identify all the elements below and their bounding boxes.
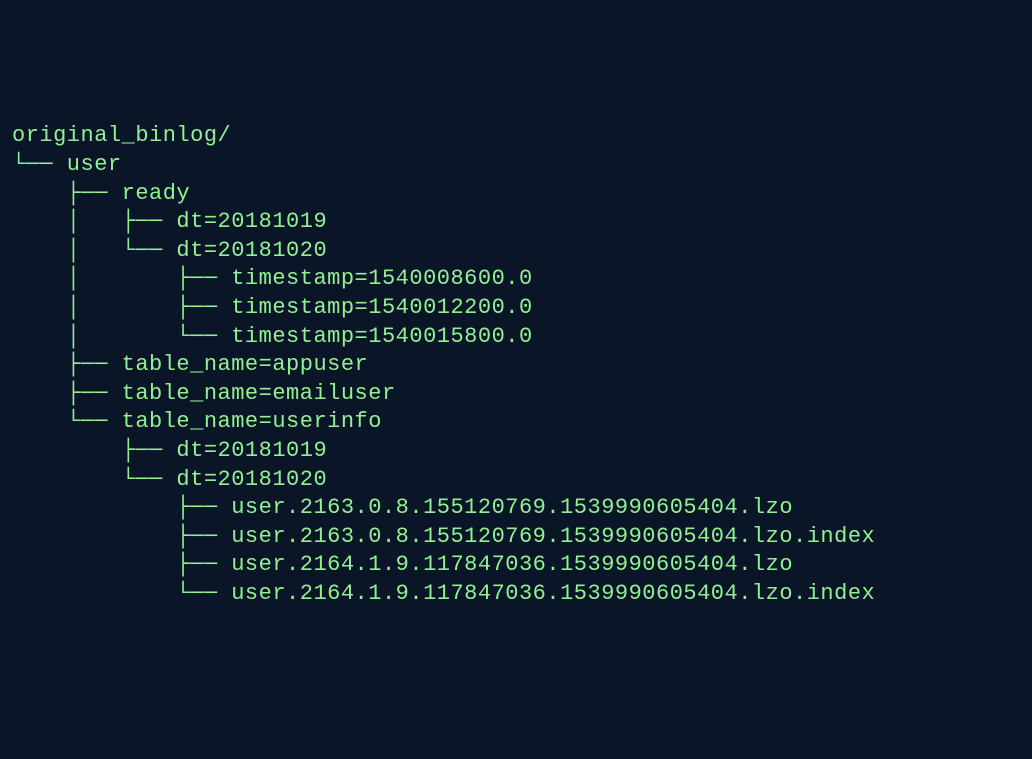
- tree-line: ├── table_name=emailuser: [12, 380, 1020, 409]
- tree-line: ├── user.2163.0.8.155120769.153999060540…: [12, 523, 1020, 552]
- tree-line: └── user.2164.1.9.117847036.153999060540…: [12, 580, 1020, 609]
- tree-line: ├── user.2164.1.9.117847036.153999060540…: [12, 551, 1020, 580]
- tree-line: │ ├── timestamp=1540012200.0: [12, 294, 1020, 323]
- tree-line: ├── table_name=appuser: [12, 351, 1020, 380]
- tree-line: ├── dt=20181019: [12, 437, 1020, 466]
- tree-line: ├── ready: [12, 180, 1020, 209]
- tree-line: │ ├── timestamp=1540008600.0: [12, 265, 1020, 294]
- tree-line: ├── user.2163.0.8.155120769.153999060540…: [12, 494, 1020, 523]
- tree-root: original_binlog/: [12, 122, 1020, 151]
- tree-line: └── user: [12, 151, 1020, 180]
- tree-line: └── dt=20181020: [12, 466, 1020, 495]
- tree-line: │ ├── dt=20181019: [12, 208, 1020, 237]
- tree-output: └── user ├── ready │ ├── dt=20181019 │ └…: [12, 151, 1020, 609]
- tree-line: │ └── timestamp=1540015800.0: [12, 323, 1020, 352]
- tree-line: │ └── dt=20181020: [12, 237, 1020, 266]
- tree-line: └── table_name=userinfo: [12, 408, 1020, 437]
